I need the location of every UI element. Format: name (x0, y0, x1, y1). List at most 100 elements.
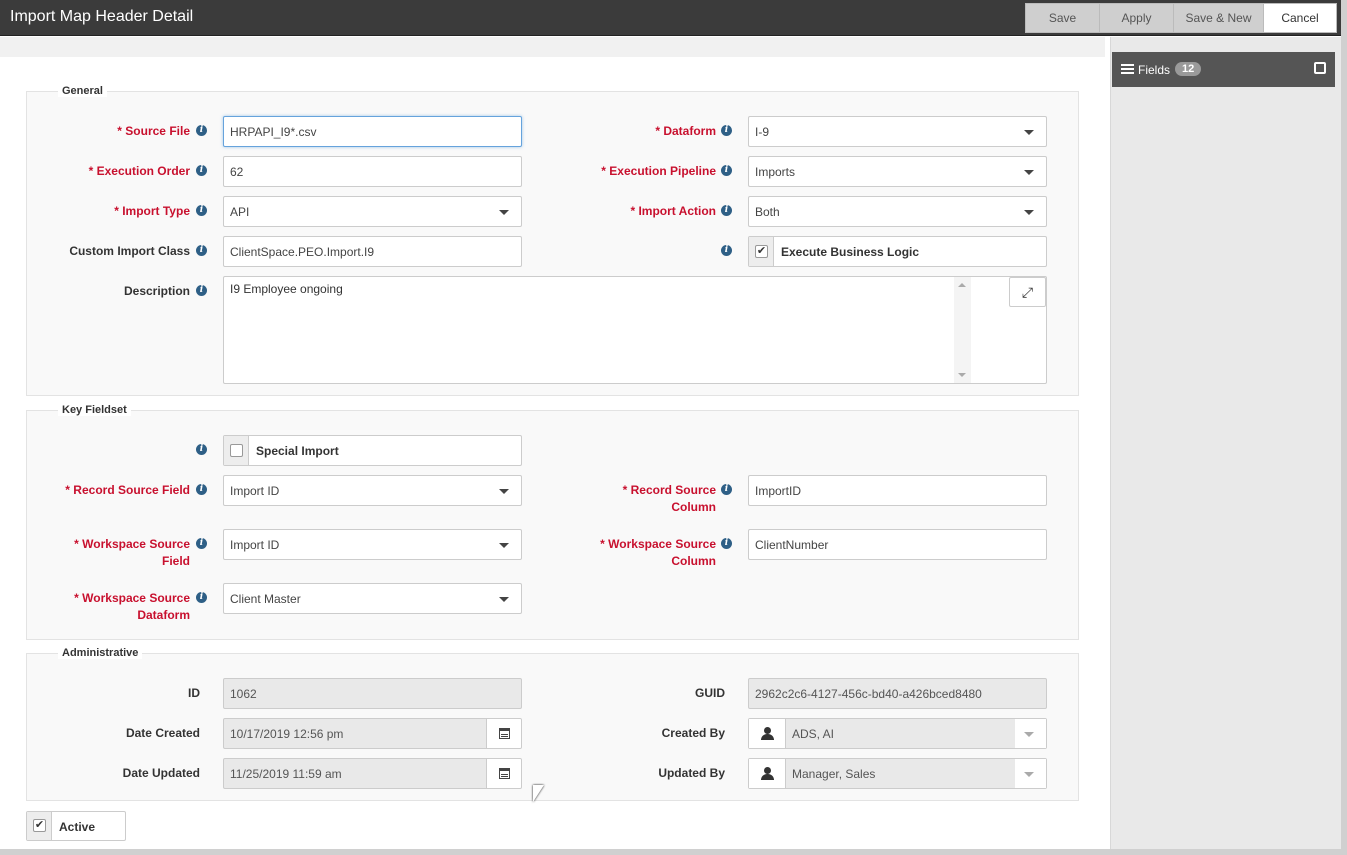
info-icon[interactable]: i (196, 592, 207, 603)
info-icon[interactable]: i (721, 538, 732, 549)
expand-icon[interactable]: ⤢ (1009, 277, 1046, 307)
execution-pipeline-select[interactable]: Imports (748, 156, 1047, 187)
workspace-source-dataform-select[interactable]: Client Master (223, 583, 522, 614)
description-textarea[interactable]: I9 Employee ongoing ⤢ (223, 276, 1047, 384)
workspace-source-dataform-label: * Workspace Source Dataform (40, 590, 190, 624)
label-line-1: * Workspace Source (74, 591, 190, 605)
window-title: Import Map Header Detail (10, 8, 194, 25)
custom-import-class-input[interactable]: ClientSpace.PEO.Import.I9 (223, 236, 522, 267)
info-icon[interactable]: i (721, 245, 732, 256)
execution-order-input[interactable]: 62 (223, 156, 522, 187)
label-line-1: * Record Source (622, 483, 716, 497)
checkbox-box: ✔ (749, 237, 774, 266)
calendar-button[interactable] (486, 759, 521, 788)
window-shadow-bottom (0, 849, 1347, 855)
dropdown-toggle[interactable] (1015, 759, 1046, 788)
info-icon[interactable]: i (196, 285, 207, 296)
updated-by-select[interactable]: Manager, Sales (748, 758, 1047, 789)
list-icon (1121, 64, 1134, 75)
cancel-button[interactable]: Cancel (1264, 3, 1337, 33)
record-source-column-label: * Record Source Column (560, 482, 716, 516)
dropdown-toggle[interactable] (1015, 719, 1046, 748)
execution-pipeline-value: Imports (755, 165, 796, 179)
calendar-icon (499, 728, 510, 739)
info-icon[interactable]: i (721, 125, 732, 136)
import-type-select[interactable]: API (223, 196, 522, 227)
custom-import-class-label: Custom Import Class (69, 244, 190, 258)
execution-order-label: * Execution Order (88, 164, 190, 178)
record-source-field-label: * Record Source Field (65, 483, 190, 497)
workspace-source-field-select[interactable]: Import ID (223, 529, 522, 560)
fields-panel-header[interactable]: Fields 12 (1112, 52, 1335, 87)
toolbar-buttons: Save Apply Save & New Cancel (1025, 3, 1337, 33)
record-source-field-select[interactable]: Import ID (223, 475, 522, 506)
calendar-button[interactable] (486, 719, 521, 748)
created-by-select[interactable]: ADS, AI (748, 718, 1047, 749)
fields-count-badge: 12 (1175, 62, 1202, 76)
date-updated-label: Date Updated (122, 766, 200, 780)
calendar-icon (499, 768, 510, 779)
save-and-new-button[interactable]: Save & New (1174, 3, 1264, 33)
scrollbar[interactable] (954, 277, 971, 383)
info-icon[interactable]: i (721, 205, 732, 216)
chevron-down-icon (499, 543, 509, 548)
info-icon[interactable]: i (196, 538, 207, 549)
label-line-1: * Workspace Source (600, 537, 716, 551)
window-shadow-right (1341, 0, 1347, 855)
id-field: 1062 (223, 678, 522, 709)
apply-button[interactable]: Apply (1100, 3, 1174, 33)
updated-by-value: Manager, Sales (792, 767, 876, 781)
record-source-column-input[interactable]: ImportID (748, 475, 1047, 506)
save-button[interactable]: Save (1025, 3, 1100, 33)
workspace-source-column-input[interactable]: ClientNumber (748, 529, 1047, 560)
execution-pipeline-label: * Execution Pipeline (601, 164, 716, 178)
date-updated-value: 11/25/2019 11:59 am (230, 767, 342, 781)
active-label: Active (59, 820, 96, 834)
info-icon[interactable]: i (721, 165, 732, 176)
chevron-down-icon (1024, 732, 1034, 737)
mouse-cursor-icon (533, 785, 544, 802)
popout-icon[interactable] (1314, 62, 1326, 74)
chevron-down-icon (499, 489, 509, 494)
user-icon (749, 759, 786, 788)
chevron-down-icon (1024, 210, 1034, 215)
import-action-select[interactable]: Both (748, 196, 1047, 227)
source-file-input[interactable]: HRPAPI_I9*.csv (223, 116, 522, 147)
updated-by-label: Updated By (658, 766, 725, 780)
info-icon[interactable]: i (196, 205, 207, 216)
info-icon[interactable]: i (196, 245, 207, 256)
chevron-down-icon (1024, 130, 1034, 135)
info-icon[interactable]: i (196, 484, 207, 495)
special-import-checkbox[interactable]: Special Import (223, 435, 522, 466)
checkmark-icon: ✔ (33, 819, 46, 832)
special-import-label: Special Import (256, 444, 339, 458)
execute-business-logic-label: Execute Business Logic (781, 245, 920, 259)
info-icon[interactable]: i (721, 484, 732, 495)
date-updated-field: 11/25/2019 11:59 am (223, 758, 522, 789)
fields-label: Fields (1138, 63, 1171, 77)
dataform-label: * Dataform (655, 124, 716, 138)
execute-business-logic-checkbox[interactable]: ✔ Execute Business Logic (748, 236, 1047, 267)
info-icon[interactable]: i (196, 165, 207, 176)
workspace-source-field-value: Import ID (230, 538, 280, 552)
guid-label: GUID (695, 686, 725, 700)
chevron-down-icon (1024, 772, 1034, 777)
user-icon (749, 719, 786, 748)
date-created-value: 10/17/2019 12:56 pm (230, 727, 344, 741)
active-checkbox[interactable]: ✔ Active (26, 811, 126, 841)
dataform-select[interactable]: I-9 (748, 116, 1047, 147)
label-line-2: Column (671, 554, 716, 568)
general-legend: General (58, 85, 107, 97)
workspace-source-dataform-value: Client Master (230, 592, 301, 606)
info-icon[interactable]: i (196, 125, 207, 136)
id-label: ID (188, 686, 200, 700)
import-action-label: * Import Action (630, 204, 716, 218)
label-line-2: Field (161, 554, 190, 568)
info-icon[interactable]: i (196, 444, 207, 455)
description-value: I9 Employee ongoing (230, 282, 343, 296)
checkbox-empty-icon (230, 444, 243, 457)
form-top-band (0, 37, 1105, 57)
checkbox-box: ✔ (27, 812, 52, 840)
scroll-up-icon (958, 283, 966, 287)
title-bar: Import Map Header Detail Save Apply Save… (0, 0, 1341, 36)
